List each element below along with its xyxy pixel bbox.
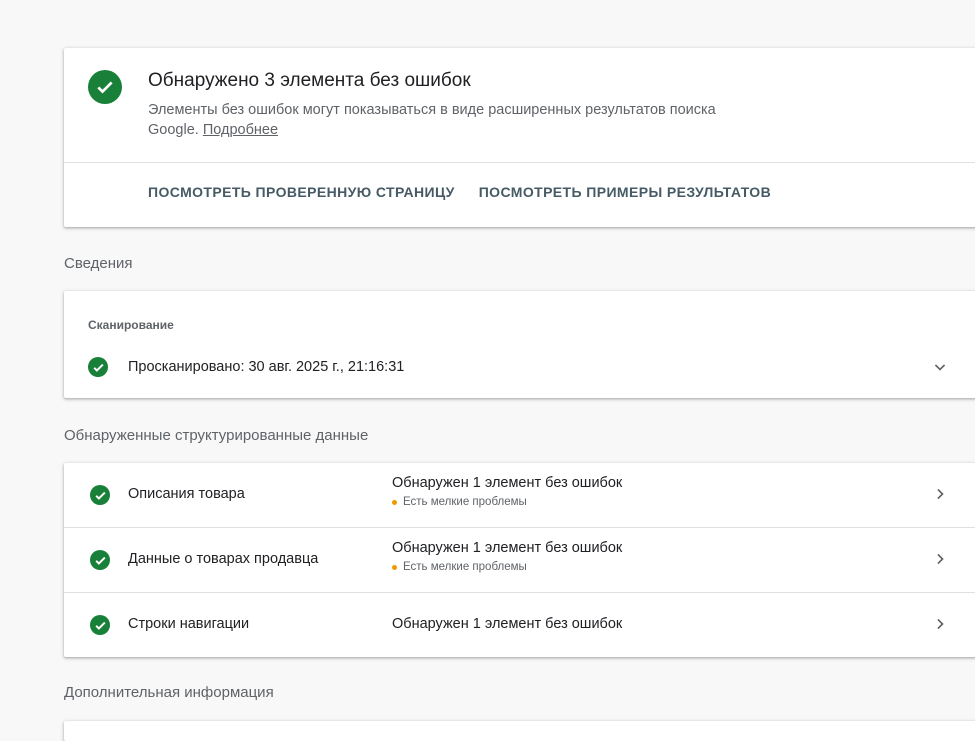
item-status: Обнаружен 1 элемент без ошибок: [392, 616, 623, 632]
chevron-down-icon[interactable]: [930, 357, 950, 382]
additional-info-card: [64, 721, 975, 741]
item-status: Обнаружен 1 элемент без ошибок: [392, 540, 623, 556]
chevron-right-icon[interactable]: [930, 549, 950, 574]
divider: [64, 162, 975, 163]
list-item[interactable]: Данные о товарах продавца Обнаружен 1 эл…: [64, 528, 975, 593]
details-section-title: Сведения: [64, 255, 133, 272]
check-circle-icon: [88, 70, 122, 104]
list-item[interactable]: Строки навигации Обнаружен 1 элемент без…: [64, 593, 975, 658]
warning-dot-icon: [392, 564, 397, 570]
item-name: Строки навигации: [128, 616, 250, 632]
item-issue: Есть мелкие проблемы: [392, 561, 527, 573]
summary-actions: ПОСМОТРЕТЬ ПРОВЕРЕННУЮ СТРАНИЦУ ПОСМОТРЕ…: [148, 184, 771, 200]
summary-card: Обнаружено 3 элемента без ошибок Элемент…: [64, 48, 975, 227]
structured-data-card: Описания товара Обнаружен 1 элемент без …: [64, 463, 975, 657]
check-circle-icon: [90, 550, 110, 570]
summary-description: Элементы без ошибок могут показываться в…: [148, 100, 728, 140]
warning-dot-icon: [392, 499, 397, 505]
check-circle-icon: [90, 615, 110, 635]
structured-data-section-title: Обнаруженные структурированные данные: [64, 427, 369, 444]
view-result-examples-button[interactable]: ПОСМОТРЕТЬ ПРИМЕРЫ РЕЗУЛЬТАТОВ: [479, 184, 771, 200]
crawl-row[interactable]: Просканировано: 30 авг. 2025 г., 21:16:3…: [88, 357, 404, 377]
item-issue: Есть мелкие проблемы: [392, 496, 527, 508]
check-circle-icon: [88, 357, 108, 377]
learn-more-link[interactable]: Подробнее: [203, 122, 278, 138]
chevron-right-icon[interactable]: [930, 614, 950, 639]
view-tested-page-button[interactable]: ПОСМОТРЕТЬ ПРОВЕРЕННУЮ СТРАНИЦУ: [148, 184, 455, 200]
item-issue-text: Есть мелкие проблемы: [403, 561, 527, 573]
crawl-card[interactable]: Сканирование Просканировано: 30 авг. 202…: [64, 291, 975, 398]
crawl-heading: Сканирование: [88, 318, 174, 332]
item-status: Обнаружен 1 элемент без ошибок: [392, 475, 623, 491]
summary-title: Обнаружено 3 элемента без ошибок: [148, 70, 471, 91]
item-issue-text: Есть мелкие проблемы: [403, 496, 527, 508]
crawl-status: Просканировано: 30 авг. 2025 г., 21:16:3…: [128, 359, 405, 375]
additional-info-section-title: Дополнительная информация: [64, 684, 274, 701]
item-name: Описания товара: [128, 486, 245, 502]
chevron-right-icon[interactable]: [930, 484, 950, 509]
list-item[interactable]: Описания товара Обнаружен 1 элемент без …: [64, 463, 975, 528]
check-circle-icon: [90, 485, 110, 505]
item-name: Данные о товарах продавца: [128, 551, 319, 567]
